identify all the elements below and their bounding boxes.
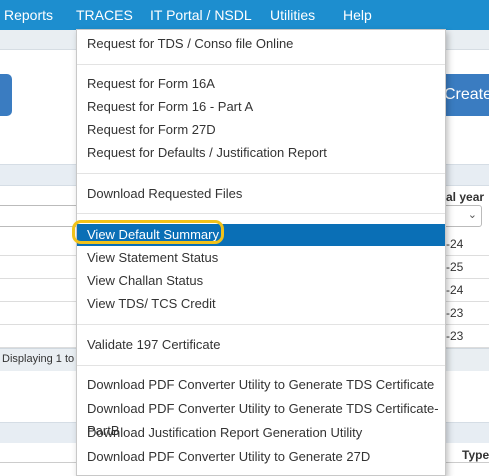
menu-help[interactable]: Help	[343, 7, 372, 23]
menu-item-view-challan-status[interactable]: View Challan Status	[77, 270, 445, 292]
menu-item-view-tds-tcs-credit[interactable]: View TDS/ TCS Credit	[77, 293, 445, 315]
menu-separator	[77, 64, 445, 65]
menu-item-download-justification-report-utility[interactable]: Download Justification Report Generation…	[77, 422, 445, 444]
left-action-button[interactable]	[0, 74, 12, 116]
menu-item-request-form-16a[interactable]: Request for Form 16A	[77, 73, 445, 95]
menu-separator	[77, 213, 445, 214]
row-value: -24	[446, 283, 464, 297]
menu-item-request-form-16-part-a[interactable]: Request for Form 16 - Part A	[77, 96, 445, 118]
menu-item-request-form-27d[interactable]: Request for Form 27D	[77, 119, 445, 141]
menu-separator	[77, 365, 445, 366]
menu-item-request-tds-conso-file[interactable]: Request for TDS / Conso file Online	[77, 33, 445, 55]
menu-separator	[77, 173, 445, 174]
filter-input[interactable]	[0, 205, 81, 227]
menu-utilities[interactable]: Utilities	[270, 7, 315, 23]
menu-it-portal-nsdl[interactable]: IT Portal / NSDL	[150, 7, 252, 23]
type-column-header: Type	[462, 448, 489, 462]
traces-dropdown-menu: Request for TDS / Conso file Online Requ…	[76, 29, 446, 476]
chevron-down-icon: ⌄	[467, 209, 477, 221]
financial-year-select[interactable]: ⌄	[440, 205, 482, 227]
menu-item-view-statement-status[interactable]: View Statement Status	[77, 247, 445, 269]
pagination-status-text: Displaying 1 to 5	[2, 353, 84, 365]
row-value: -24	[446, 237, 464, 251]
menu-item-validate-197-certificate[interactable]: Validate 197 Certificate	[77, 334, 445, 356]
menu-traces[interactable]: TRACES	[76, 7, 133, 23]
menu-item-download-pdf-converter-tds-certificate-partb[interactable]: Download PDF Converter Utility to Genera…	[77, 398, 445, 438]
menu-separator	[77, 324, 445, 325]
financial-year-label: al year	[446, 190, 485, 204]
row-value: -25	[446, 260, 464, 274]
top-menubar: Reports TRACES IT Portal / NSDL Utilitie…	[0, 0, 489, 30]
row-value: -23	[446, 329, 464, 343]
menu-item-download-requested-files[interactable]: Download Requested Files	[77, 183, 445, 205]
menu-item-download-pdf-converter-27d[interactable]: Download PDF Converter Utility to Genera…	[77, 446, 445, 468]
menu-item-download-pdf-converter-tds-certificate[interactable]: Download PDF Converter Utility to Genera…	[77, 374, 445, 396]
menu-item-request-defaults-justification[interactable]: Request for Defaults / Justification Rep…	[77, 142, 445, 164]
menu-reports[interactable]: Reports	[4, 7, 53, 23]
row-value: -23	[446, 306, 464, 320]
menu-item-view-default-summary[interactable]: View Default Summary	[77, 224, 445, 246]
